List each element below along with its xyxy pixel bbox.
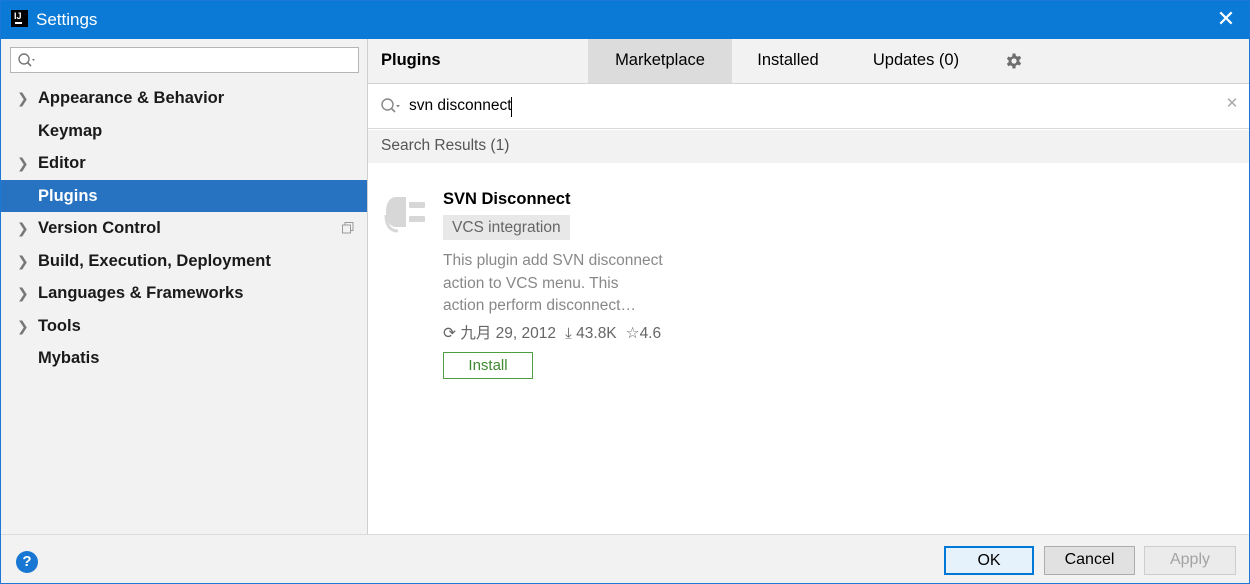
sidebar-item-label: Editor [38, 154, 86, 172]
app-icon-text: IJ [14, 11, 22, 21]
plugin-rating: 4.6 [639, 325, 662, 342]
sidebar-search-field[interactable] [10, 47, 359, 73]
page-title: Plugins [381, 51, 441, 69]
plugin-name[interactable]: SVN Disconnect [443, 190, 570, 209]
sidebar-item-languages-frameworks[interactable]: ❯ Languages & Frameworks [1, 277, 367, 310]
sidebar-item-label: Version Control [38, 219, 161, 237]
plugin-date: 九月 29, 2012 [460, 325, 556, 342]
search-results-count: Search Results (1) [381, 137, 510, 154]
install-button[interactable]: Install [443, 352, 533, 379]
cancel-button[interactable]: Cancel [1044, 546, 1135, 575]
chevron-right-icon[interactable]: ❯ [17, 245, 29, 277]
sidebar-item-keymap[interactable]: Keymap [1, 115, 367, 148]
plugins-panel: Plugins Marketplace Installed Updates (0… [368, 39, 1249, 534]
search-results-header: Search Results (1) [368, 130, 1249, 163]
search-icon [18, 53, 35, 67]
settings-nav-tree: ❯ Appearance & Behavior Keymap ❯ Editor … [1, 82, 367, 375]
download-icon: ⤓ [564, 325, 572, 342]
plugin-description-line: action to VCS menu. This [443, 274, 619, 292]
sidebar-item-label: Appearance & Behavior [38, 89, 225, 107]
search-icon [381, 98, 400, 113]
clear-search-icon[interactable]: ✕ [1225, 96, 1239, 111]
sidebar-item-tools[interactable]: ❯ Tools [1, 310, 367, 343]
plugin-category-tag[interactable]: VCS integration [443, 215, 570, 240]
title-bar: IJ Settings ✕ [1, 1, 1249, 39]
intellij-app-icon: IJ [10, 9, 29, 28]
plugin-meta: ⟳ 九月 29, 2012 ⤓ 43.8K ☆4.6 [443, 321, 669, 343]
sidebar-search-input[interactable] [41, 50, 351, 70]
sidebar-item-mybatis[interactable]: Mybatis [1, 342, 367, 375]
sidebar-item-editor[interactable]: ❯ Editor [1, 147, 367, 180]
sidebar-item-label: Tools [38, 316, 81, 335]
sidebar-item-build-execution-deployment[interactable]: ❯ Build, Execution, Deployment [1, 245, 367, 278]
plugin-description-line: action perform disconnect… [443, 297, 636, 314]
settings-window: IJ Settings ✕ ❯ Appearance & Behavior Ke… [0, 0, 1250, 584]
sidebar-item-plugins[interactable]: Plugins [1, 179, 367, 212]
help-icon[interactable]: ? [16, 551, 38, 573]
apply-button[interactable]: Apply [1144, 546, 1236, 575]
sidebar-item-label: Plugins [38, 186, 98, 205]
star-icon: ☆ [625, 325, 640, 342]
refresh-icon: ⟳ [443, 325, 456, 342]
project-settings-icon [342, 222, 354, 234]
plugin-list-item[interactable]: SVN Disconnect VCS integration This plug… [368, 163, 1249, 393]
sidebar-item-label: Keymap [38, 121, 103, 140]
sidebar-item-version-control[interactable]: ❯ Version Control [1, 212, 367, 245]
chevron-right-icon[interactable]: ❯ [17, 212, 29, 244]
sidebar-item-label: Languages & Frameworks [38, 284, 244, 302]
close-icon[interactable]: ✕ [1215, 8, 1237, 30]
plugin-plug-icon [384, 197, 425, 233]
chevron-right-icon[interactable]: ❯ [17, 277, 29, 309]
chevron-right-icon[interactable]: ❯ [17, 147, 29, 179]
sidebar-item-label: Build, Execution, Deployment [38, 251, 271, 270]
chevron-right-icon[interactable]: ❯ [17, 310, 29, 342]
plugin-description: This plugin add SVN disconnect action to… [443, 250, 671, 318]
window-title: Settings [36, 10, 98, 29]
plugin-search-bar: ✕ [368, 84, 1249, 129]
sidebar-item-label: Mybatis [38, 349, 100, 367]
dialog-footer: ? OK Cancel Apply [1, 534, 1249, 583]
tab-marketplace[interactable]: Marketplace [588, 39, 732, 83]
tab-installed[interactable]: Installed [738, 39, 838, 83]
tab-updates[interactable]: Updates (0) [860, 39, 972, 83]
gear-icon[interactable] [1004, 51, 1024, 71]
plugins-tab-bar: Plugins Marketplace Installed Updates (0… [368, 39, 1249, 84]
chevron-right-icon[interactable]: ❯ [17, 82, 29, 114]
sidebar-item-appearance-behavior[interactable]: ❯ Appearance & Behavior [1, 82, 367, 115]
plugin-downloads: 43.8K [576, 325, 617, 342]
settings-sidebar: ❯ Appearance & Behavior Keymap ❯ Editor … [1, 39, 368, 534]
text-cursor [511, 97, 512, 117]
ok-button[interactable]: OK [944, 546, 1034, 575]
plugin-description-line: This plugin add SVN disconnect [443, 252, 663, 269]
plugin-search-input[interactable] [409, 95, 1189, 117]
